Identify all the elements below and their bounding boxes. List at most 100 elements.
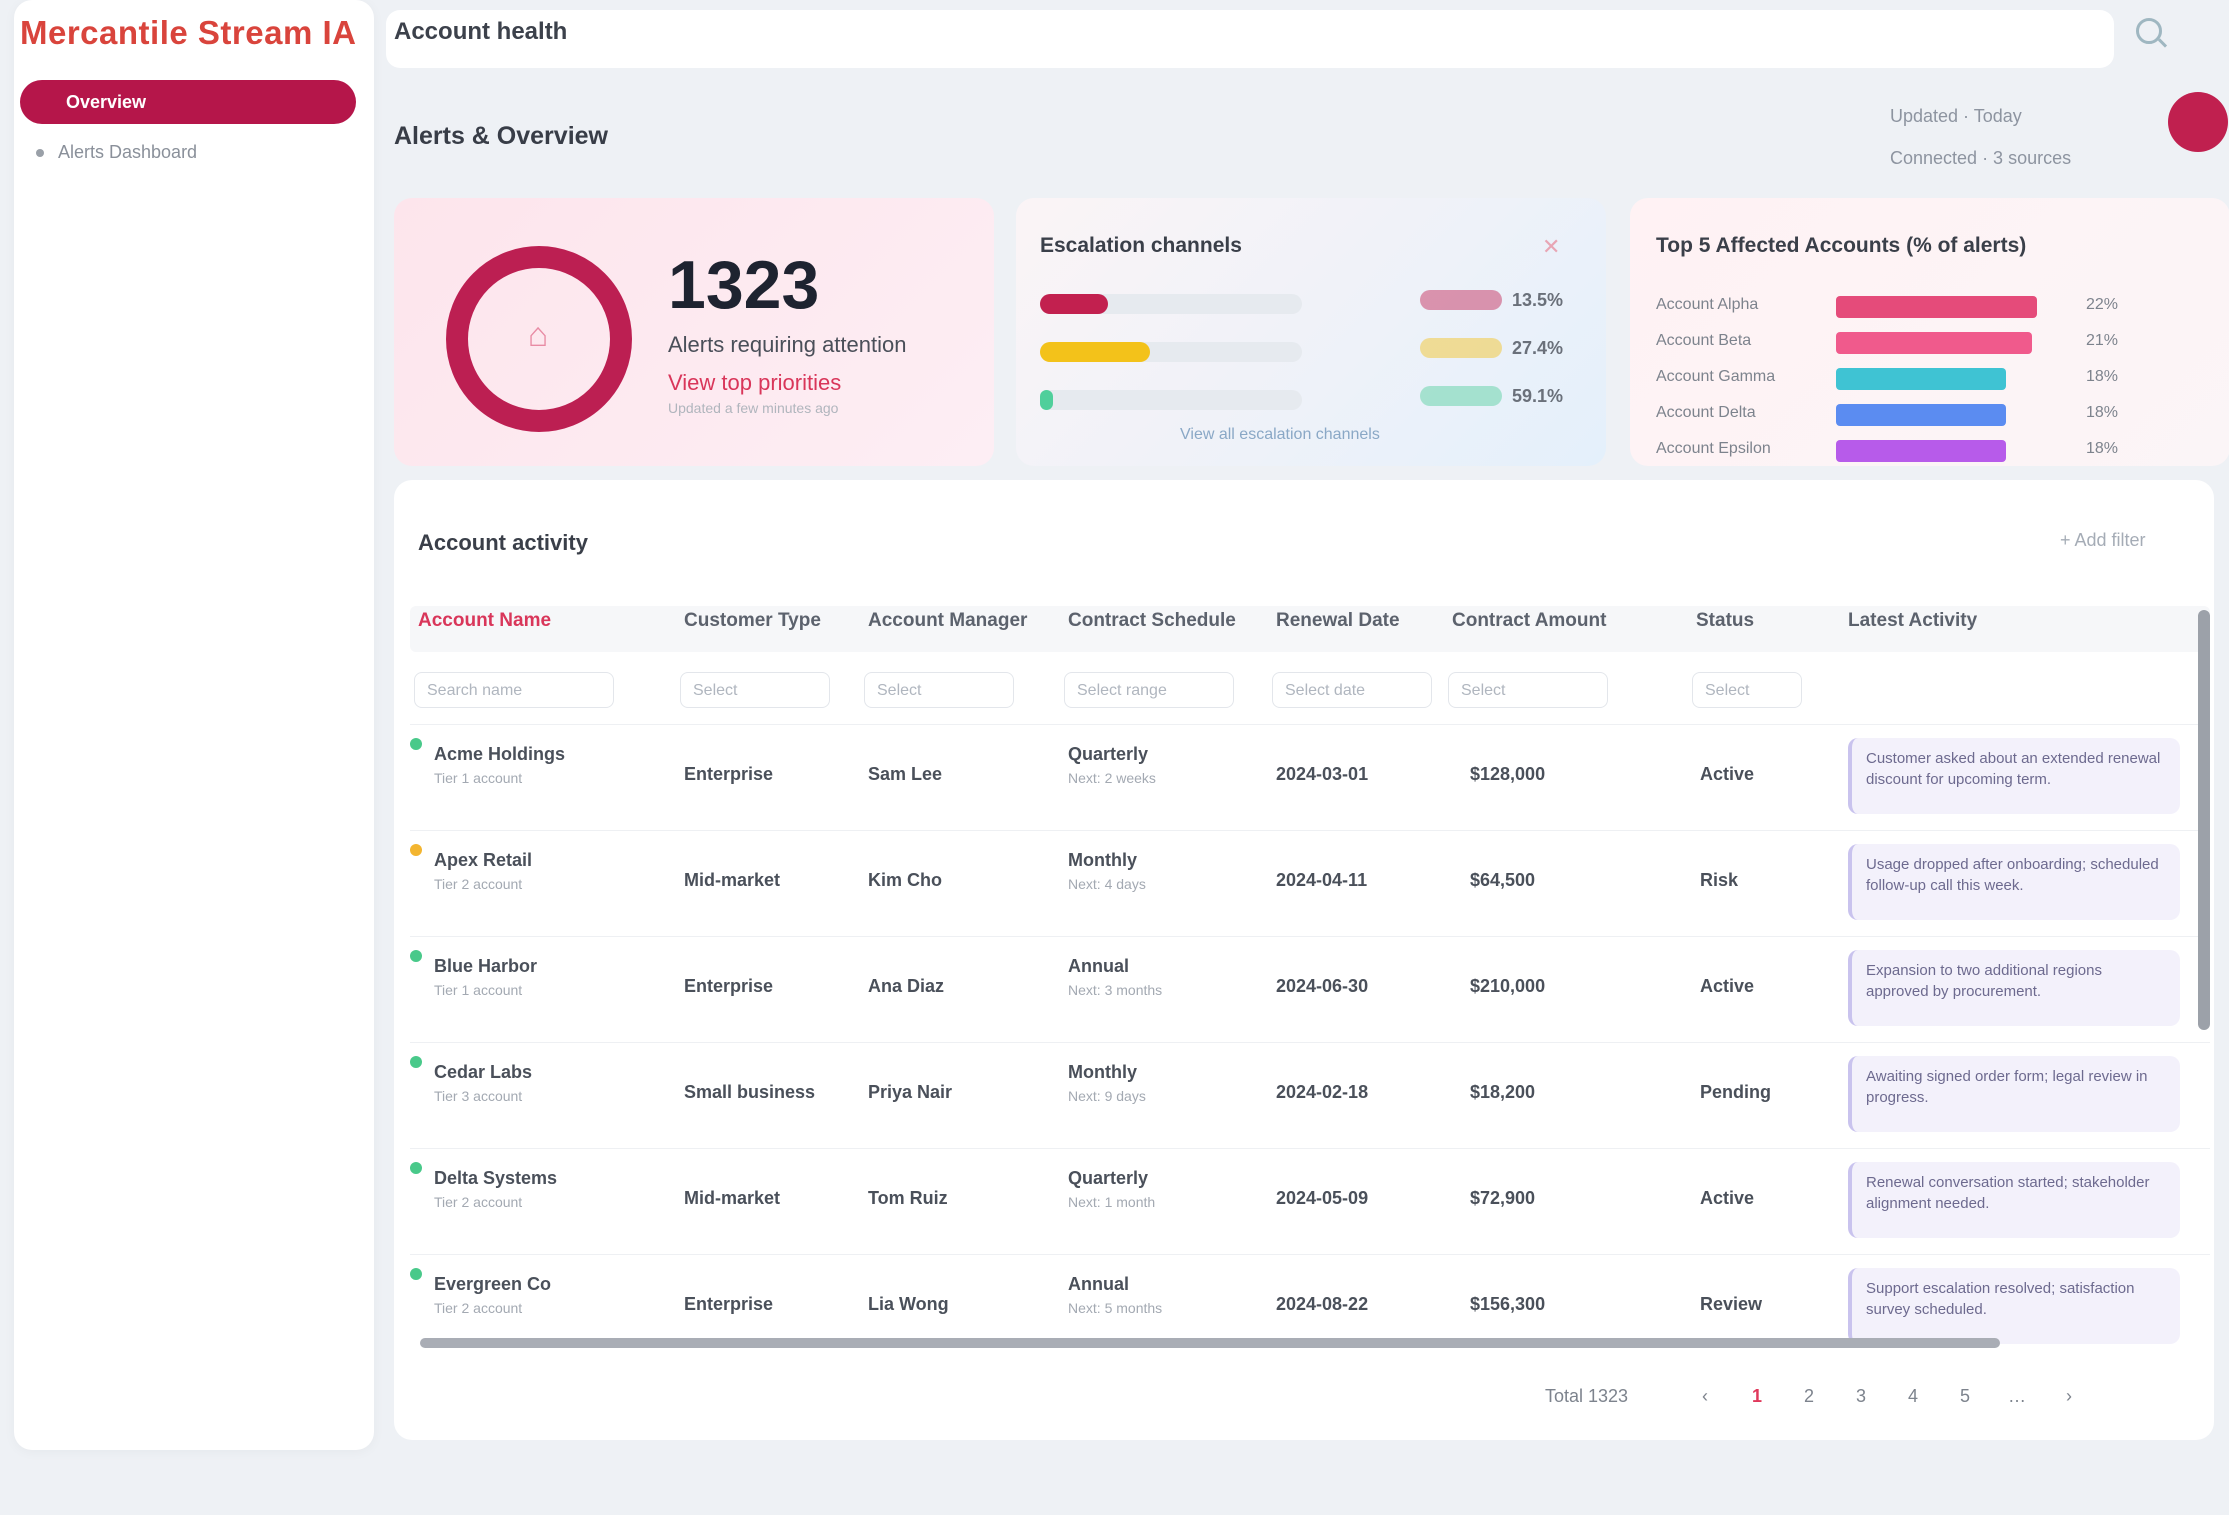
column-header[interactable]: Contract Schedule [1068,610,1236,632]
account-tier: Tier 2 account [434,1300,523,1316]
contract-next: Next: 3 months [1068,982,1163,998]
add-filter-button[interactable]: + Add filter [2060,530,2146,551]
top-account-bar [1836,440,2007,462]
top-bar [386,10,2114,68]
latest-activity-note: Expansion to two additional regions appr… [1848,950,2180,1026]
close-icon[interactable]: ✕ [1542,234,1560,260]
header-meta-sources: Connected · 3 sources [1890,148,2072,168]
top-account-label: Account Delta [1656,404,1756,421]
column-header[interactable]: Account Name [418,610,551,632]
column-filter-input[interactable]: Select [1448,672,1608,708]
view-channels-link[interactable]: View all escalation channels [1180,426,1380,444]
customer-type: Enterprise [684,1294,774,1314]
vertical-scrollbar[interactable] [2198,610,2210,1030]
contract-amount: $156,300 [1470,1294,1546,1314]
column-filter-input[interactable]: Search name [414,672,614,708]
top-accounts-title: Top 5 Affected Accounts (% of alerts) [1656,234,2027,257]
contract-amount: $64,500 [1470,870,1536,890]
status-badge: Pending [1700,1082,1771,1102]
renewal-date: 2024-08-22 [1276,1294,1369,1314]
contract-schedule: Monthly [1068,850,1137,870]
nav-item-overview[interactable]: Overview [20,80,356,124]
column-filter-input[interactable]: Select date [1272,672,1432,708]
renewal-date: 2024-06-30 [1276,976,1369,996]
priority-dot [410,1056,422,1068]
status-badge: Active [1700,1188,1755,1208]
search-icon[interactable] [2136,18,2162,44]
sidebar [14,0,374,1450]
column-filter-input[interactable]: Select [864,672,1014,708]
column-filter-input[interactable]: Select [1692,672,1802,708]
top-account-bar [1836,296,2037,318]
bullet-icon [36,149,44,158]
contract-amount: $210,000 [1470,976,1546,996]
top-account-value: 22% [2086,296,2119,313]
account-name-link[interactable]: Evergreen Co [434,1274,551,1295]
page-button[interactable]: 1 [1742,1386,1772,1407]
avatar[interactable] [2168,92,2228,152]
account-tier: Tier 1 account [434,770,523,786]
status-badge: Active [1700,976,1755,996]
account-manager: Priya Nair [868,1082,953,1102]
contract-amount: $128,000 [1470,764,1546,784]
view-priorities-link[interactable]: View top priorities [668,370,841,396]
latest-activity-note: Support escalation resolved; satisfactio… [1848,1268,2180,1344]
contract-next: Next: 2 weeks [1068,770,1156,786]
contract-schedule: Annual [1068,956,1129,976]
top-account-label: Account Beta [1656,332,1752,349]
column-filter-input[interactable]: Select [680,672,830,708]
page-button[interactable]: 4 [1898,1386,1928,1407]
page-button[interactable]: ‹ [1690,1386,1720,1407]
account-tier: Tier 3 account [434,1088,523,1104]
page-title: Alerts & Overview [394,122,608,150]
priority-dot [410,1268,422,1280]
column-header[interactable]: Status [1696,610,1754,632]
top-account-value: 21% [2086,332,2119,349]
column-filter-input[interactable]: Select range [1064,672,1234,708]
top-account-bar [1836,332,2033,354]
customer-type: Enterprise [684,764,774,784]
brand-logo[interactable]: Mercantile Stream IA [20,14,356,52]
total-alerts-subtitle: Alerts requiring attention [668,332,907,357]
contract-next: Next: 9 days [1068,1088,1146,1104]
column-header[interactable]: Renewal Date [1276,610,1400,632]
pager-summary: Total 1323 [1545,1386,1629,1406]
nav-item-label: Alerts Dashboard [58,142,198,162]
latest-activity-note: Customer asked about an extended renewal… [1848,738,2180,814]
horizontal-scrollbar[interactable] [420,1338,2000,1348]
page-button[interactable]: 3 [1846,1386,1876,1407]
column-header[interactable]: Latest Activity [1848,610,1977,632]
account-tier: Tier 2 account [434,1194,523,1210]
contract-next: Next: 1 month [1068,1194,1156,1210]
channel-legend-swatch [1420,338,1502,358]
page-button[interactable]: 2 [1794,1386,1824,1407]
account-tier: Tier 2 account [434,876,523,892]
page-button[interactable]: › [2054,1386,2084,1407]
column-header[interactable]: Account Manager [868,610,1027,632]
account-name-link[interactable]: Delta Systems [434,1168,557,1189]
account-name-link[interactable]: Cedar Labs [434,1062,532,1083]
column-header[interactable]: Customer Type [684,610,821,632]
channel-legend-swatch [1420,290,1502,310]
top-account-value: 18% [2086,368,2119,385]
nav-item-alerts[interactable]: Alerts Dashboard [36,142,197,163]
total-alerts-value: 1323 [668,247,820,323]
status-badge: Risk [1700,870,1739,890]
channel-bar-fill [1040,342,1151,362]
column-header[interactable]: Contract Amount [1452,610,1606,632]
status-badge: Review [1700,1294,1763,1314]
top-account-label: Account Gamma [1656,368,1776,385]
customer-type: Mid-market [684,870,781,890]
latest-activity-note: Renewal conversation started; stakeholde… [1848,1162,2180,1238]
channel-legend-swatch [1420,386,1502,406]
account-name-link[interactable]: Apex Retail [434,850,532,871]
contract-next: Next: 4 days [1068,876,1146,892]
priority-dot [410,950,422,962]
breadcrumb[interactable]: Account health [394,18,567,46]
page-button[interactable]: 5 [1950,1386,1980,1407]
account-name-link[interactable]: Blue Harbor [434,956,537,977]
page-button[interactable]: … [2002,1386,2032,1407]
account-name-link[interactable]: Acme Holdings [434,744,565,765]
account-manager: Kim Cho [868,870,942,890]
customer-type: Small business [684,1082,816,1102]
